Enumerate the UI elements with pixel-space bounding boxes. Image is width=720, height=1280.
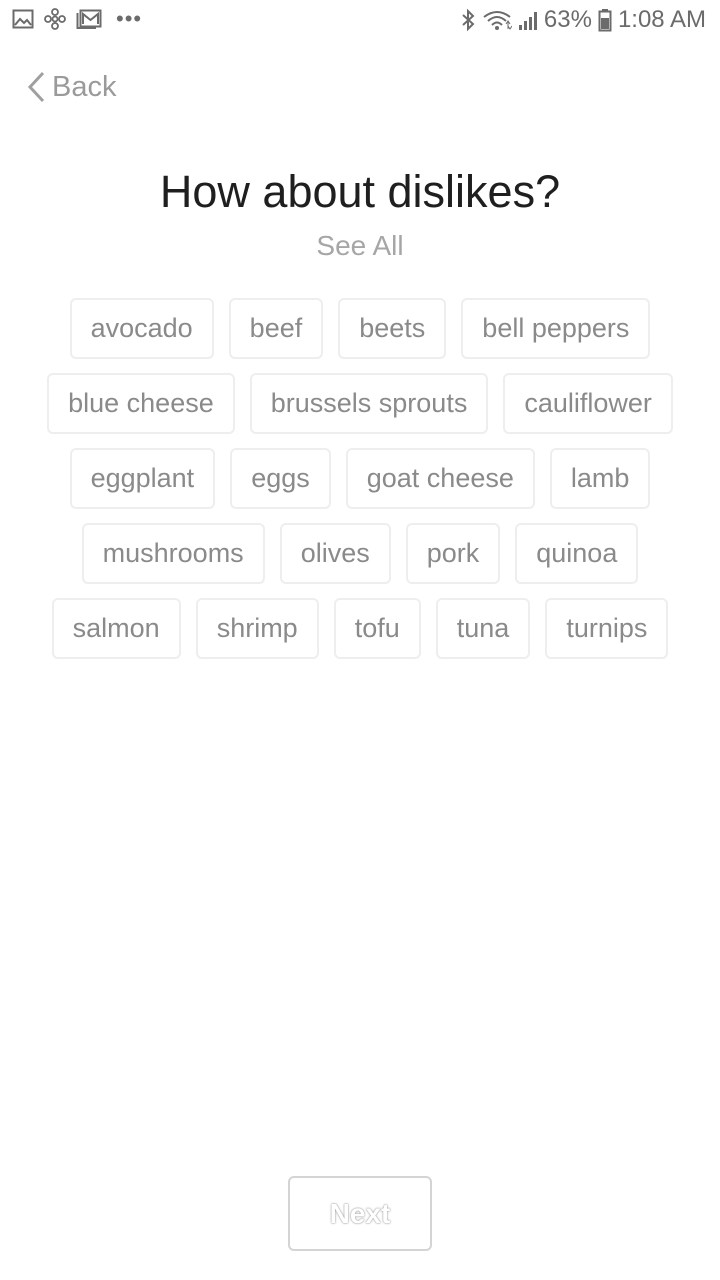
chevron-left-icon: [26, 70, 46, 104]
bluetooth-icon: [460, 8, 476, 32]
food-chip[interactable]: mushrooms: [81, 523, 265, 584]
fan-icon: [44, 8, 66, 30]
see-all-link[interactable]: See All: [0, 230, 720, 262]
food-chip[interactable]: lamb: [549, 448, 651, 509]
battery-icon: [598, 8, 612, 32]
food-chip[interactable]: turnips: [545, 598, 669, 659]
clock: 1:08 AM: [617, 6, 706, 33]
food-chip[interactable]: eggplant: [69, 448, 216, 509]
battery-percent: 63%: [543, 6, 592, 33]
food-chip[interactable]: shrimp: [195, 598, 319, 659]
wifi-icon: [482, 8, 512, 32]
page-title: How about dislikes?: [159, 166, 561, 217]
food-chip[interactable]: goat cheese: [345, 448, 535, 509]
back-button[interactable]: Back: [26, 70, 116, 104]
food-chip[interactable]: beets: [338, 298, 447, 359]
food-chip[interactable]: cauliflower: [503, 373, 673, 434]
more-notifications-icon: •••: [116, 6, 143, 31]
status-right: 63% 1:08 AM: [460, 6, 706, 34]
status-left: •••: [12, 8, 142, 30]
signal-icon: [518, 9, 538, 31]
food-chip[interactable]: avocado: [69, 298, 214, 359]
dislike-chip-list: avocado beef beets bell peppers blue cheese b…: [30, 298, 690, 659]
food-chip[interactable]: olives: [279, 523, 391, 584]
back-label: Back: [52, 70, 117, 103]
food-chip[interactable]: quinoa: [515, 523, 639, 584]
food-chip[interactable]: salmon: [51, 598, 181, 659]
food-chip[interactable]: tuna: [435, 598, 531, 659]
food-chip[interactable]: bell peppers: [461, 298, 651, 359]
gmail-icon: [76, 9, 102, 29]
food-chip[interactable]: blue cheese: [47, 373, 235, 434]
screen: ••• 63% 1:08 AM Back How about dislikes?…: [0, 0, 720, 1280]
gallery-icon: [12, 9, 34, 29]
status-bar: ••• 63% 1:08 AM: [0, 0, 720, 42]
food-chip[interactable]: pork: [405, 523, 501, 584]
food-chip[interactable]: eggs: [230, 448, 331, 509]
food-chip[interactable]: brussels sprouts: [249, 373, 489, 434]
food-chip[interactable]: beef: [228, 298, 324, 359]
food-chip[interactable]: tofu: [333, 598, 421, 659]
next-button[interactable]: Next: [288, 1176, 432, 1251]
